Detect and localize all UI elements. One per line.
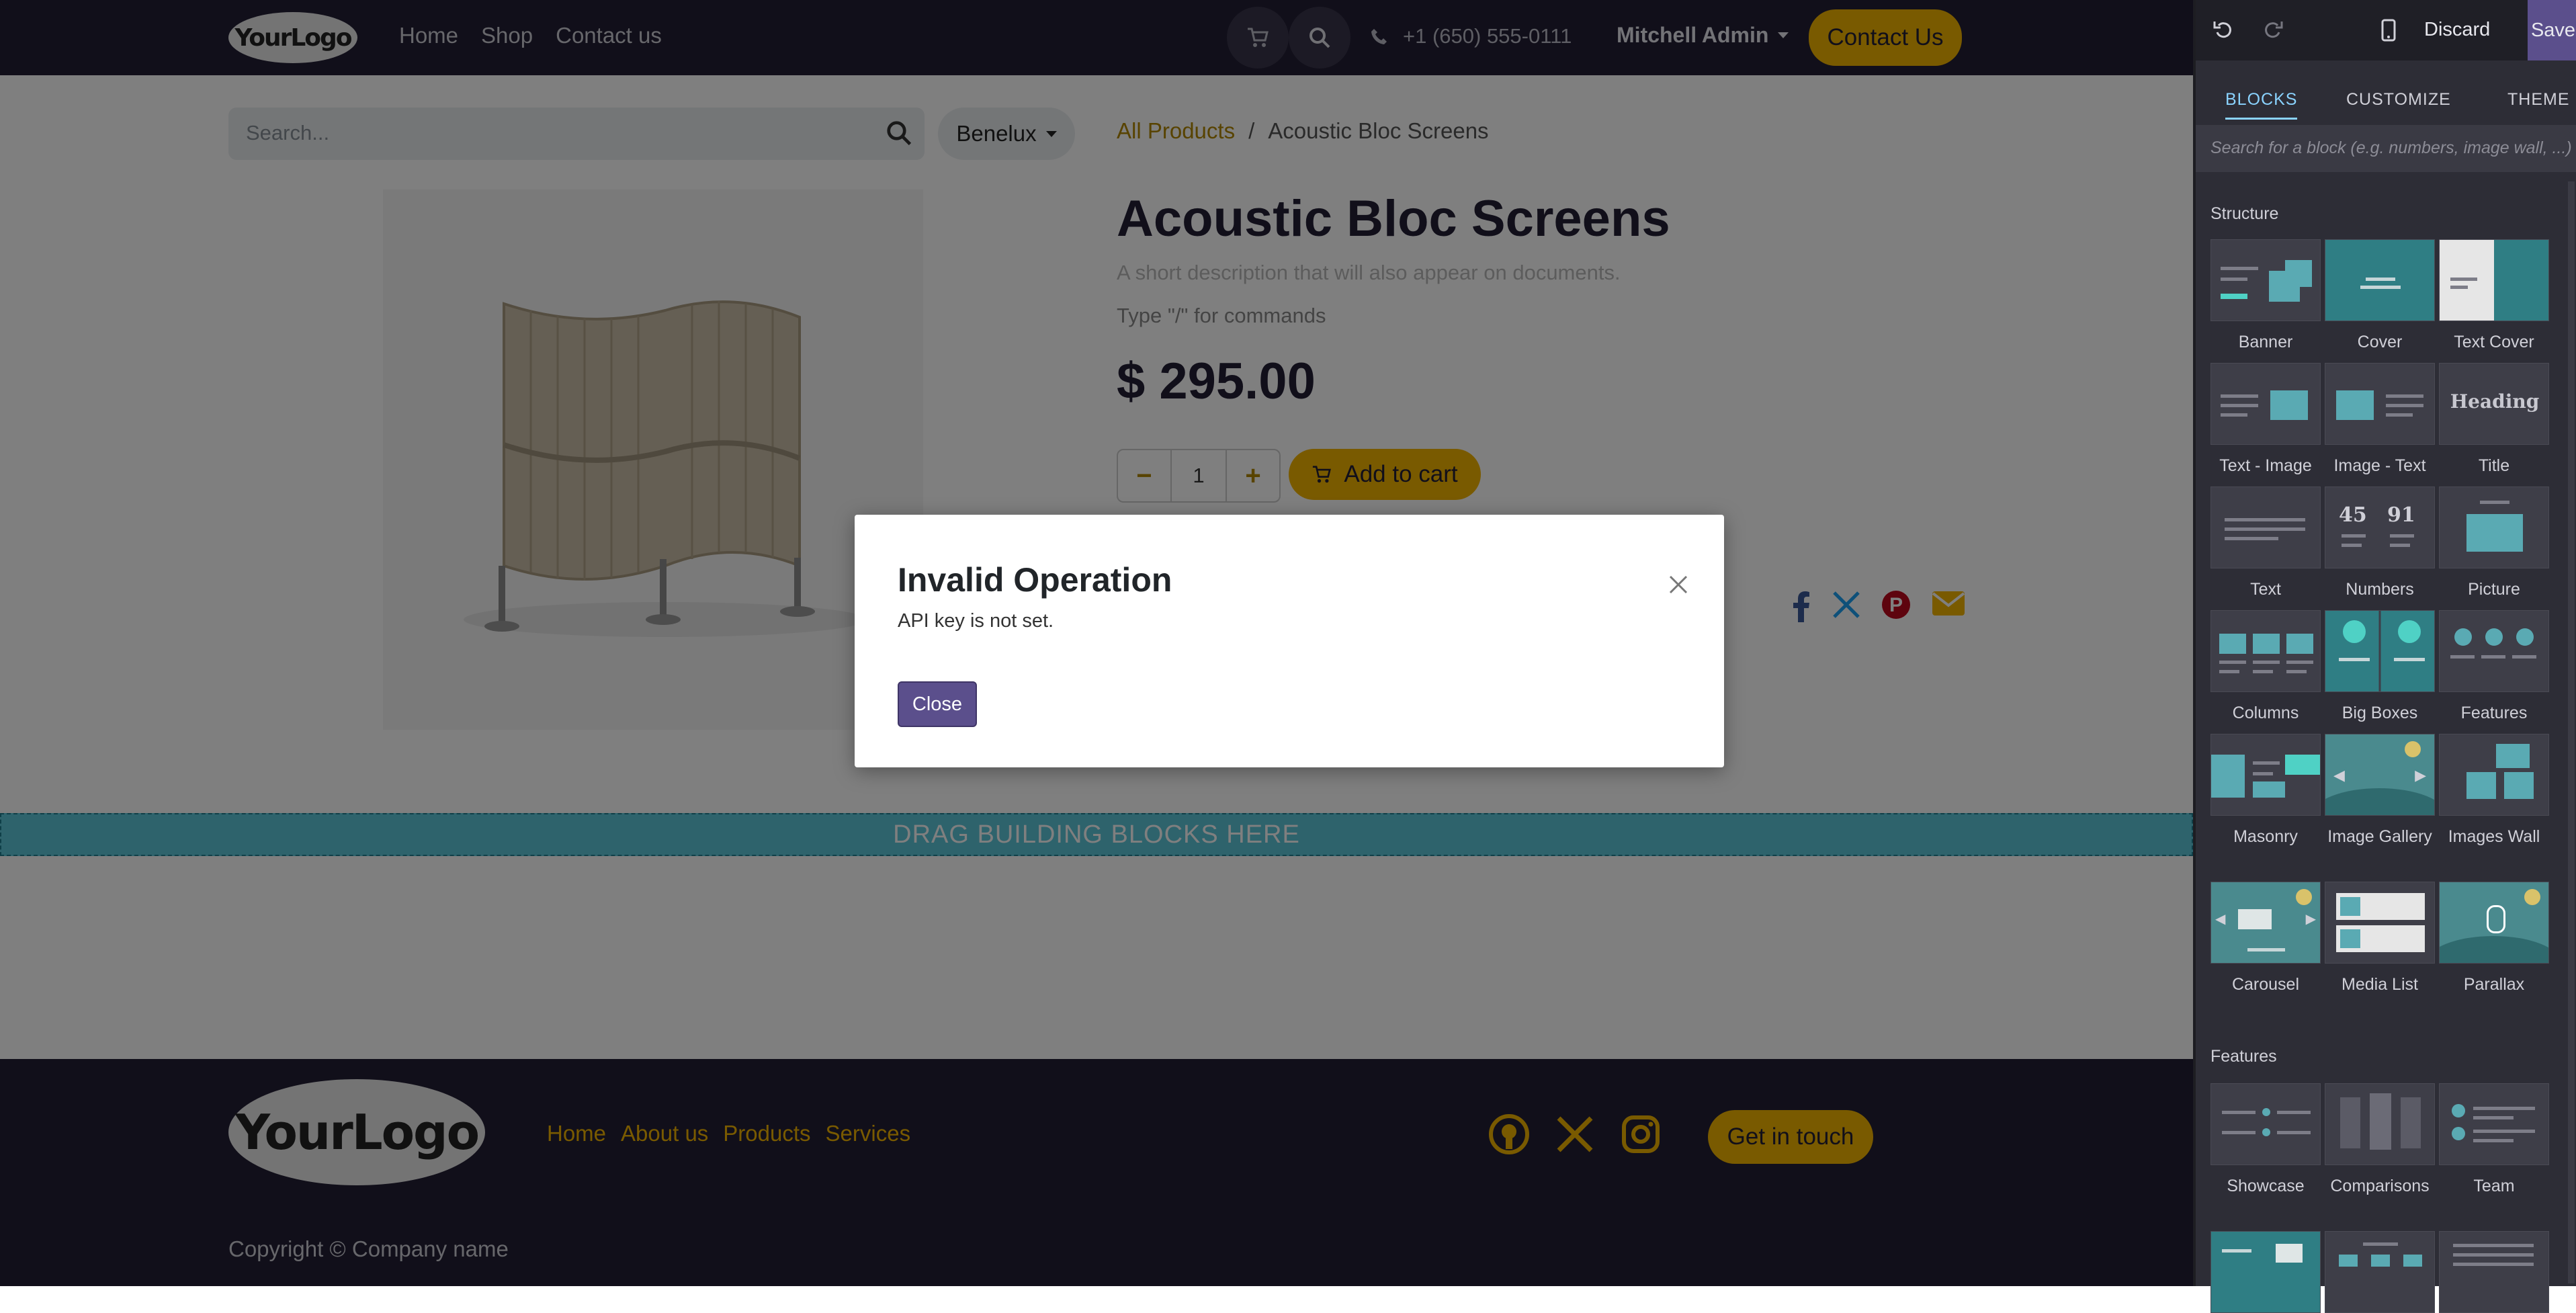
block-thumbnail <box>2210 610 2321 692</box>
undo-icon[interactable] <box>2213 19 2235 40</box>
mobile-preview-icon[interactable] <box>2381 19 2396 42</box>
block-image-gallery[interactable]: ◀ ▶ Image Gallery <box>2325 734 2435 848</box>
block-thumbnail <box>2325 1083 2435 1165</box>
block-picture[interactable]: Picture <box>2439 486 2549 601</box>
mouse-icon <box>2487 905 2505 933</box>
tab-theme[interactable]: THEME <box>2507 90 2570 110</box>
block-thumbnail <box>2210 486 2321 568</box>
redo-icon[interactable] <box>2262 19 2283 40</box>
website-preview: YourLogo Home Shop Contact us +1 (650) 5… <box>0 0 2193 1286</box>
block-thumbnail <box>2210 363 2321 445</box>
section-title-structure: Structure <box>2210 204 2279 223</box>
dialog-title: Invalid Operation <box>898 561 1172 599</box>
block-image-text[interactable]: Image - Text <box>2325 363 2435 477</box>
dialog-message: API key is not set. <box>898 610 1054 632</box>
block-media-list[interactable]: Media List <box>2325 882 2435 996</box>
block-thumbnail <box>2439 1231 2549 1313</box>
block-thumbnail <box>2439 239 2549 321</box>
block-masonry[interactable]: Masonry <box>2210 734 2321 848</box>
section-title-features: Features <box>2210 1047 2277 1066</box>
chevron-left-icon: ◀ <box>2215 912 2226 927</box>
block-thumbnail <box>2210 1083 2321 1165</box>
error-dialog: Invalid Operation API key is not set. Cl… <box>855 515 1724 767</box>
block-cover[interactable]: Cover <box>2325 239 2435 353</box>
block-thumbnail <box>2439 1083 2549 1165</box>
editor-toolbar: Discard Save <box>2196 0 2576 60</box>
website-editor-panel: Discard Save BLOCKS CUSTOMIZE THEME Sear… <box>2193 0 2576 1313</box>
block-features[interactable]: Features <box>2439 610 2549 724</box>
block-text-image[interactable]: Text - Image <box>2210 363 2321 477</box>
block-numbers[interactable]: 45 91 Numbers <box>2325 486 2435 601</box>
block-search-input[interactable]: Search for a block (e.g. numbers, image … <box>2196 125 2576 172</box>
block-columns[interactable]: Columns <box>2210 610 2321 724</box>
editor-scrollbar[interactable] <box>2568 181 2575 1283</box>
block-big-boxes[interactable]: Big Boxes <box>2325 610 2435 724</box>
chevron-left-icon: ◀ <box>2333 767 2345 783</box>
block-comparisons[interactable]: Comparisons <box>2325 1083 2435 1197</box>
block-team[interactable]: Team <box>2439 1083 2549 1197</box>
block-feature-item[interactable] <box>2439 1231 2549 1313</box>
block-images-wall[interactable]: Images Wall <box>2439 734 2549 848</box>
block-thumbnail: Heading <box>2439 363 2549 445</box>
chevron-right-icon: ▶ <box>2305 912 2316 927</box>
block-thumbnail <box>2439 486 2549 568</box>
block-feature-item[interactable] <box>2325 1231 2435 1313</box>
block-thumbnail: ◀ ▶ <box>2325 734 2435 816</box>
save-button[interactable]: Save <box>2528 0 2576 60</box>
block-thumbnail <box>2210 239 2321 321</box>
tab-blocks[interactable]: BLOCKS <box>2225 90 2298 120</box>
block-carousel[interactable]: ◀ ▶ Carousel <box>2210 882 2321 996</box>
block-text-cover[interactable]: Text Cover <box>2439 239 2549 353</box>
block-thumbnail: 45 91 <box>2325 486 2435 568</box>
block-thumbnail <box>2439 882 2549 964</box>
block-thumbnail <box>2325 363 2435 445</box>
block-banner[interactable]: Banner <box>2210 239 2321 353</box>
block-title[interactable]: Heading Title <box>2439 363 2549 477</box>
chevron-right-icon: ▶ <box>2415 767 2426 783</box>
discard-button[interactable]: Discard <box>2424 19 2490 41</box>
block-text[interactable]: Text <box>2210 486 2321 601</box>
editor-tabs: BLOCKS CUSTOMIZE THEME <box>2196 79 2576 121</box>
block-thumbnail: ◀ ▶ <box>2210 882 2321 964</box>
close-button[interactable]: Close <box>898 681 977 727</box>
block-thumbnail <box>2210 734 2321 816</box>
block-thumbnail <box>2439 734 2549 816</box>
block-thumbnail <box>2325 610 2435 692</box>
block-thumbnail <box>2439 610 2549 692</box>
block-feature-item[interactable] <box>2210 1231 2321 1313</box>
block-parallax[interactable]: Parallax <box>2439 882 2549 996</box>
tab-customize[interactable]: CUSTOMIZE <box>2346 90 2451 110</box>
block-thumbnail <box>2325 882 2435 964</box>
block-thumbnail <box>2210 1231 2321 1313</box>
close-icon[interactable] <box>1665 571 1692 598</box>
block-thumbnail <box>2325 1231 2435 1313</box>
block-thumbnail <box>2325 239 2435 321</box>
block-showcase[interactable]: Showcase <box>2210 1083 2321 1197</box>
